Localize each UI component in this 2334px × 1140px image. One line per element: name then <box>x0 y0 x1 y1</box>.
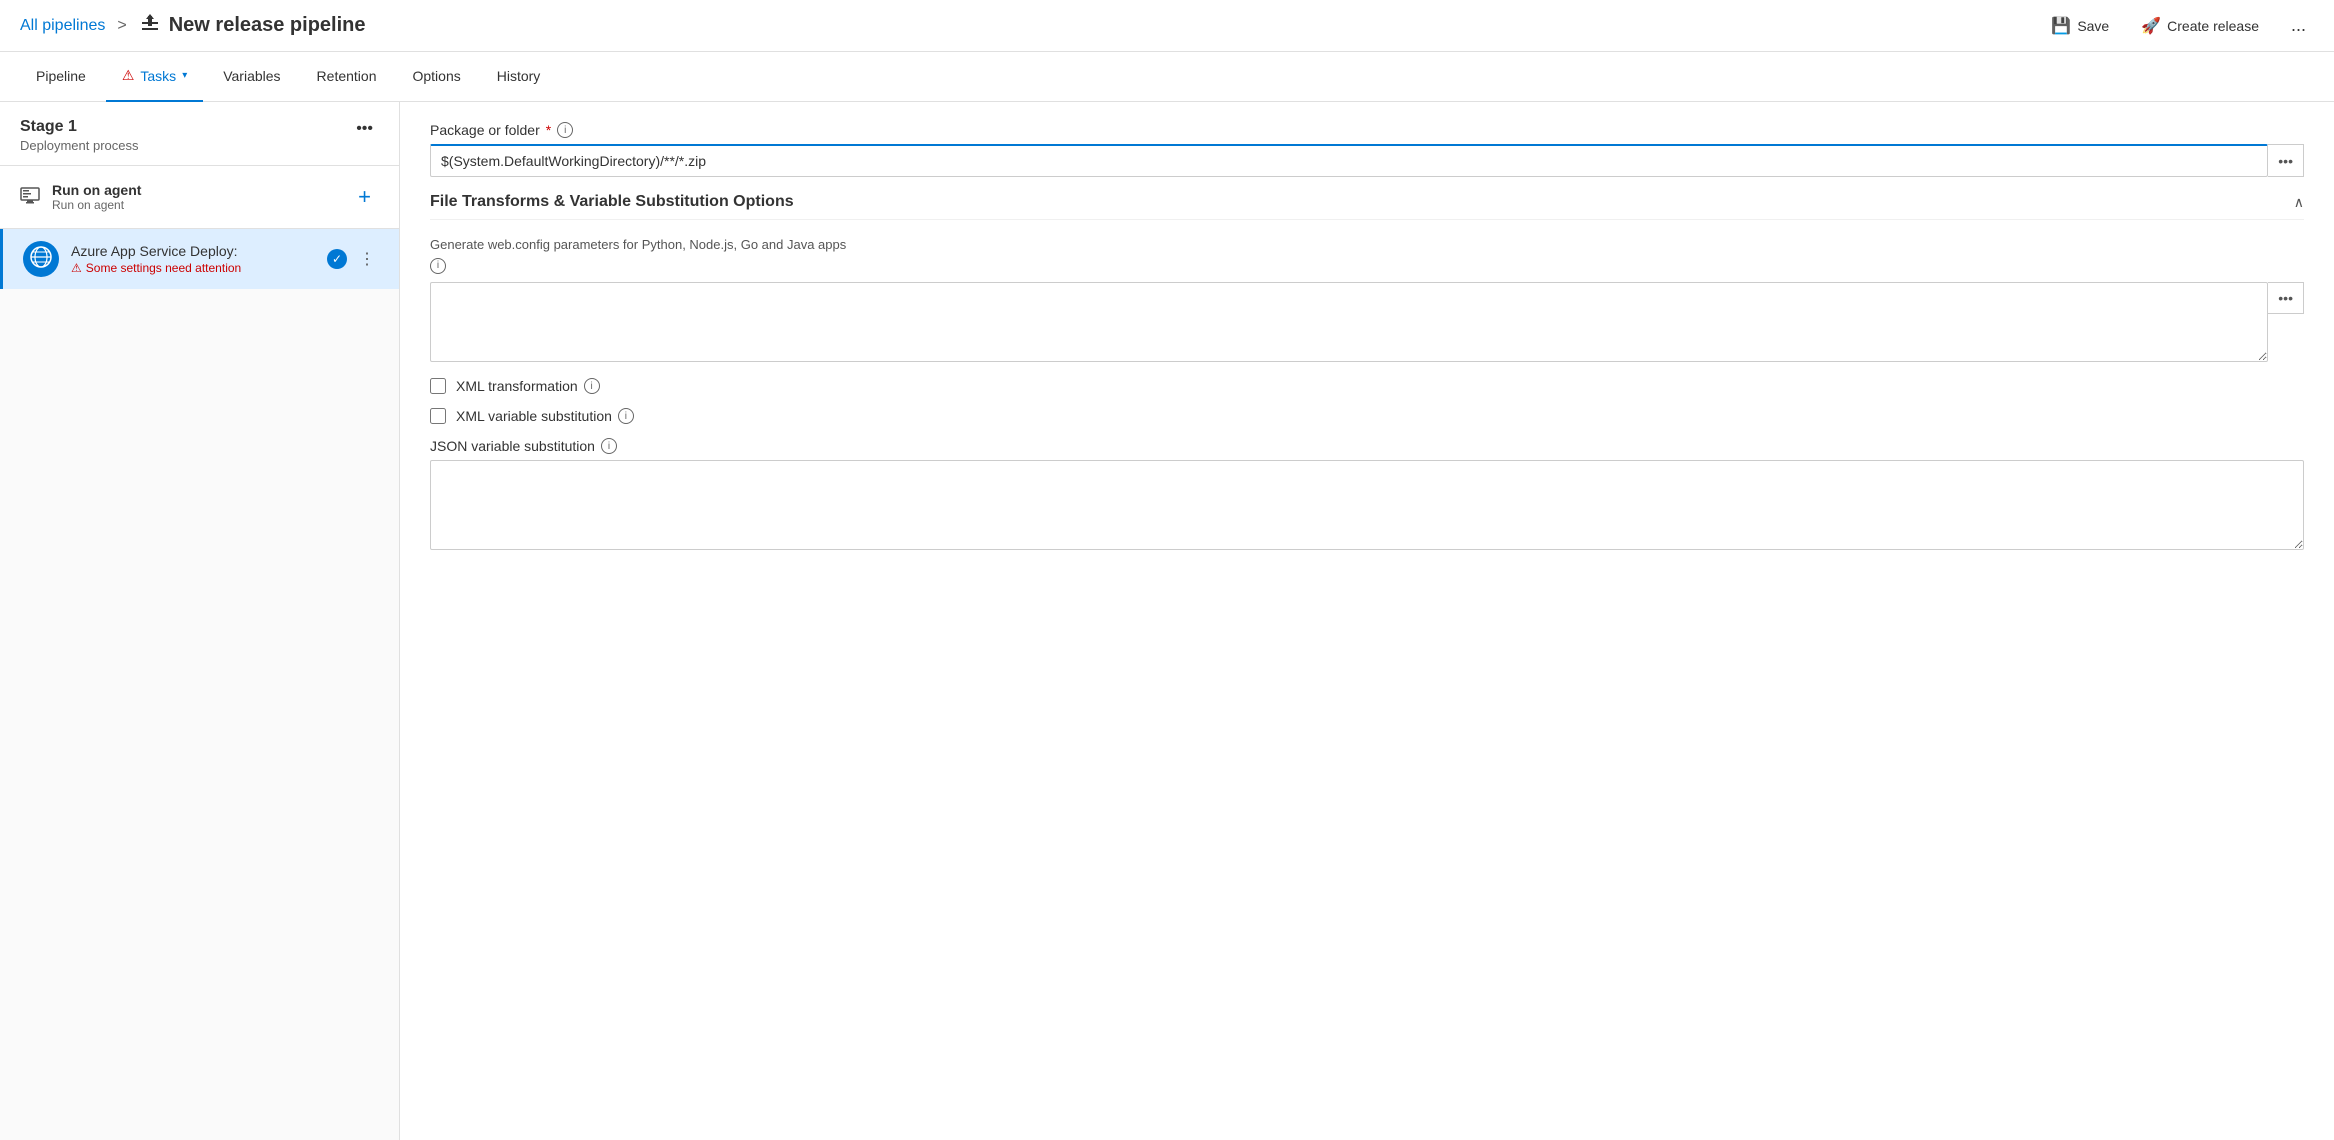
tab-history[interactable]: History <box>481 52 557 102</box>
generate-textarea-row: ••• <box>430 282 2304 362</box>
agent-header: Run on agent Run on agent + <box>0 166 399 228</box>
task-more-button[interactable]: ⋮ <box>355 247 379 271</box>
stage-title: Stage 1 <box>20 118 139 136</box>
package-more-button[interactable]: ••• <box>2268 144 2304 177</box>
package-info-icon[interactable]: i <box>557 122 573 138</box>
xml-substitute-info-icon[interactable]: i <box>618 408 634 424</box>
xml-substitute-label: XML variable substitution i <box>456 408 634 424</box>
generate-webconfig-desc: Generate web.config parameters for Pytho… <box>430 236 2304 274</box>
breadcrumb-separator: > <box>117 17 126 35</box>
json-substitute-label: JSON variable substitution i <box>430 438 2304 454</box>
task-item-azure-deploy[interactable]: Azure App Service Deploy: ⚠ Some setting… <box>0 229 399 289</box>
header: All pipelines > New release pipeline 💾 S… <box>0 0 2334 52</box>
agent-subtitle: Run on agent <box>52 198 141 212</box>
header-left: All pipelines > New release pipeline <box>20 12 366 39</box>
agent-title: Run on agent <box>52 182 141 198</box>
tab-options[interactable]: Options <box>396 52 476 102</box>
section-title: File Transforms & Variable Substitution … <box>430 193 794 211</box>
stage-more-button[interactable]: ••• <box>350 118 379 140</box>
save-button[interactable]: 💾 Save <box>2043 12 2117 40</box>
package-input-row: ••• <box>430 144 2304 177</box>
tab-tasks[interactable]: ⚠ Tasks ▾ <box>106 52 203 102</box>
tab-pipeline[interactable]: Pipeline <box>20 52 102 102</box>
agent-icon <box>20 185 40 210</box>
package-folder-field: Package or folder * i ••• <box>430 122 2304 177</box>
file-transforms-section: File Transforms & Variable Substitution … <box>430 193 2304 553</box>
generate-webconfig-more-button[interactable]: ••• <box>2268 282 2304 314</box>
generate-info-icon[interactable]: i <box>430 258 446 274</box>
warning-icon: ⚠ <box>71 261 82 275</box>
section-collapse-button[interactable]: ∧ <box>2294 194 2304 211</box>
package-folder-input[interactable] <box>430 144 2268 177</box>
add-task-button[interactable]: + <box>350 180 379 214</box>
header-more-button[interactable]: ... <box>2283 11 2314 40</box>
nav-tabs: Pipeline ⚠ Tasks ▾ Variables Retention O… <box>0 52 2334 102</box>
json-substitute-info-icon[interactable]: i <box>601 438 617 454</box>
task-title: Azure App Service Deploy: <box>71 243 327 259</box>
agent-section: Run on agent Run on agent + <box>0 166 399 229</box>
left-panel: Stage 1 Deployment process ••• <box>0 102 400 1140</box>
task-check-icon: ✓ <box>327 249 347 269</box>
all-pipelines-link[interactable]: All pipelines <box>20 17 105 35</box>
xml-transform-label: XML transformation i <box>456 378 600 394</box>
tab-retention[interactable]: Retention <box>301 52 393 102</box>
stage-subtitle: Deployment process <box>20 138 139 153</box>
json-substitute-textarea[interactable] <box>430 460 2304 550</box>
tab-variables[interactable]: Variables <box>207 52 296 102</box>
agent-info: Run on agent Run on agent <box>52 182 141 212</box>
xml-transform-checkbox[interactable] <box>430 378 446 394</box>
generate-webconfig-textarea[interactable] <box>430 282 2268 362</box>
page-title: New release pipeline <box>169 14 366 37</box>
package-folder-label: Package or folder * i <box>430 122 2304 138</box>
task-icon-wrapper <box>23 241 59 277</box>
save-icon: 💾 <box>2051 16 2071 36</box>
required-indicator: * <box>546 122 551 138</box>
section-heading: File Transforms & Variable Substitution … <box>430 193 2304 220</box>
rocket-icon: 🚀 <box>2141 16 2161 36</box>
json-substitute-field: JSON variable substitution i <box>430 438 2304 553</box>
tasks-dropdown-arrow: ▾ <box>182 70 187 81</box>
pipeline-icon <box>139 12 161 39</box>
task-warning: ⚠ Some settings need attention <box>71 261 327 275</box>
right-panel: Package or folder * i ••• File Transform… <box>400 102 2334 1140</box>
task-warning-text: Some settings need attention <box>86 261 241 275</box>
xml-transform-info-icon[interactable]: i <box>584 378 600 394</box>
task-right: ✓ ⋮ <box>327 247 379 271</box>
stage-info: Stage 1 Deployment process <box>20 118 139 153</box>
header-actions: 💾 Save 🚀 Create release ... <box>2043 11 2314 40</box>
agent-left: Run on agent Run on agent <box>20 182 141 212</box>
stage-header: Stage 1 Deployment process ••• <box>0 102 399 166</box>
task-info: Azure App Service Deploy: ⚠ Some setting… <box>71 243 327 275</box>
tasks-warning-icon: ⚠ <box>122 67 135 84</box>
azure-icon <box>30 246 52 273</box>
main-layout: Stage 1 Deployment process ••• <box>0 102 2334 1140</box>
xml-substitute-checkbox[interactable] <box>430 408 446 424</box>
xml-transform-field: XML transformation i <box>430 378 2304 394</box>
create-release-button[interactable]: 🚀 Create release <box>2133 12 2267 40</box>
xml-substitute-field: XML variable substitution i <box>430 408 2304 424</box>
generate-webconfig-field: Generate web.config parameters for Pytho… <box>430 236 2304 362</box>
